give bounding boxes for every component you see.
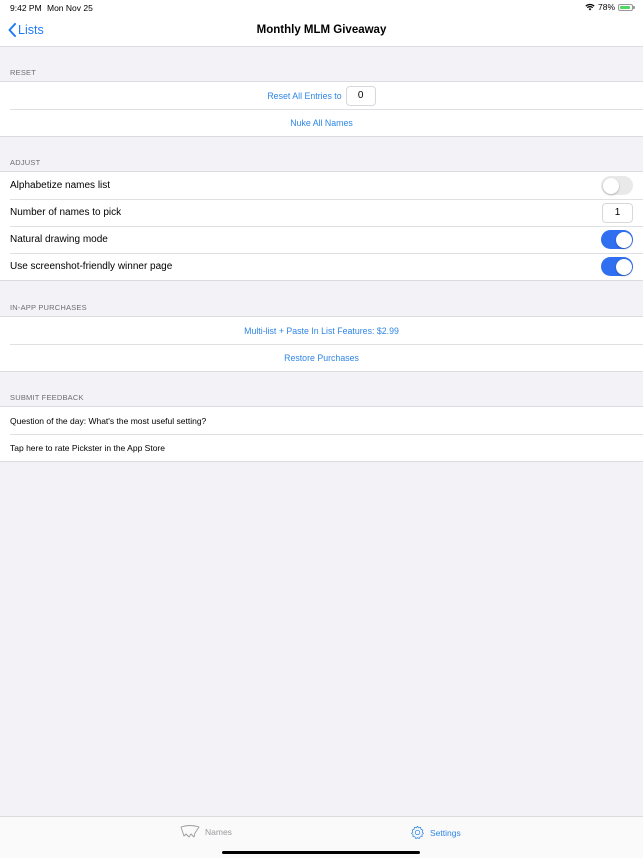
number-to-pick-input[interactable]: 1 bbox=[602, 202, 633, 223]
navigation-bar: Lists Monthly MLM Giveaway bbox=[0, 16, 643, 47]
group-adjust: Alphabetize names list Number of names t… bbox=[0, 171, 643, 281]
reset-entries-value-input[interactable]: 0 bbox=[345, 85, 376, 106]
natural-drawing-row: Natural drawing mode bbox=[0, 226, 643, 253]
home-indicator[interactable] bbox=[222, 851, 420, 854]
question-of-day-label: Question of the day: What's the most use… bbox=[10, 415, 207, 426]
toggle-knob bbox=[615, 231, 632, 248]
tab-bar: Names Settings bbox=[0, 816, 643, 858]
alphabetize-label: Alphabetize names list bbox=[10, 180, 111, 191]
alphabetize-row: Alphabetize names list bbox=[0, 172, 643, 199]
nuke-names-row[interactable]: Nuke All Names bbox=[0, 109, 643, 136]
restore-purchases-row[interactable]: Restore Purchases bbox=[0, 344, 643, 371]
page-title: Monthly MLM Giveaway bbox=[256, 24, 387, 36]
tab-settings[interactable]: Settings bbox=[410, 825, 461, 840]
rate-app-row[interactable]: Tap here to rate Pickster in the App Sto… bbox=[0, 434, 643, 461]
screenshot-friendly-label: Use screenshot-friendly winner page bbox=[10, 261, 173, 272]
battery-fill bbox=[620, 5, 631, 9]
natural-drawing-toggle[interactable] bbox=[601, 230, 633, 249]
section-header-reset: RESET bbox=[10, 68, 37, 77]
natural-drawing-label: Natural drawing mode bbox=[10, 234, 108, 245]
gear-icon bbox=[411, 825, 424, 839]
tab-settings-label: Settings bbox=[430, 827, 461, 838]
nuke-names-button[interactable]: Nuke All Names bbox=[290, 118, 353, 128]
screenshot-friendly-row: Use screenshot-friendly winner page bbox=[0, 253, 643, 280]
wifi-icon bbox=[585, 3, 595, 11]
section-header-adjust: ADJUST bbox=[10, 158, 41, 167]
reset-entries-row: Reset All Entries to 0 bbox=[0, 82, 643, 109]
hat-icon bbox=[180, 825, 200, 838]
group-feedback: Question of the day: What's the most use… bbox=[0, 406, 643, 462]
section-header-purchases: IN-APP PURCHASES bbox=[10, 303, 87, 312]
question-of-day-row[interactable]: Question of the day: What's the most use… bbox=[0, 407, 643, 434]
toggle-knob bbox=[602, 177, 619, 194]
number-to-pick-row: Number of names to pick 1 bbox=[0, 199, 643, 226]
multilist-purchase-row[interactable]: Multi-list + Paste In List Features: $2.… bbox=[0, 317, 643, 344]
status-bar: 9:42 PM Mon Nov 25 78% bbox=[0, 0, 643, 16]
battery-percent: 78% bbox=[597, 2, 615, 12]
restore-purchases-button[interactable]: Restore Purchases bbox=[284, 353, 359, 363]
alphabetize-toggle[interactable] bbox=[601, 176, 633, 195]
section-header-feedback: SUBMIT FEEDBACK bbox=[10, 393, 84, 402]
status-date: Mon Nov 25 bbox=[47, 3, 93, 13]
screenshot-friendly-toggle[interactable] bbox=[601, 257, 633, 276]
status-right: 78% bbox=[585, 2, 635, 12]
rate-app-label: Tap here to rate Pickster in the App Sto… bbox=[10, 442, 165, 453]
status-time: 9:42 PM bbox=[10, 3, 42, 13]
number-to-pick-label: Number of names to pick bbox=[10, 207, 122, 218]
toggle-knob bbox=[615, 258, 632, 275]
multilist-purchase-button[interactable]: Multi-list + Paste In List Features: $2.… bbox=[244, 326, 399, 336]
group-reset: Reset All Entries to 0 Nuke All Names bbox=[0, 81, 643, 137]
tab-names-label: Names bbox=[205, 827, 232, 837]
battery-icon bbox=[618, 3, 635, 11]
reset-entries-button[interactable]: Reset All Entries to bbox=[267, 91, 341, 101]
tab-names[interactable]: Names bbox=[180, 825, 232, 839]
group-purchases: Multi-list + Paste In List Features: $2.… bbox=[0, 316, 643, 372]
